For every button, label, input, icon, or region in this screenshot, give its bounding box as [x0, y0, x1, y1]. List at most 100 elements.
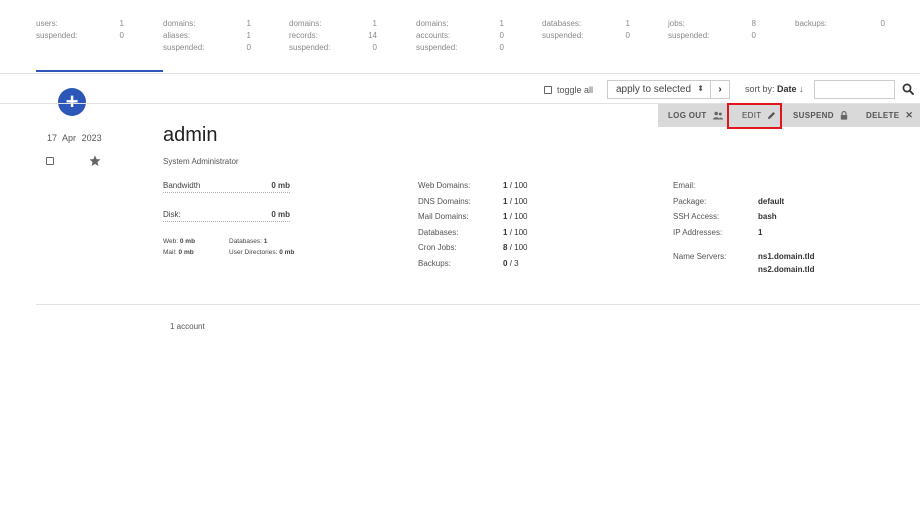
stat-label: suspended: [289, 43, 331, 52]
bandwidth-unit: mb [278, 181, 290, 190]
stat-row: suspended: 0 [289, 42, 384, 54]
limit-label: Databases: [418, 228, 459, 237]
databases-usage: Databases: 1 [229, 238, 267, 245]
suspend-label: SUSPEND [793, 111, 834, 120]
stat-column: users: 1 suspended: 0 [36, 18, 131, 42]
stat-row: domains: 1 [289, 18, 384, 30]
stat-value: 0 [751, 31, 756, 40]
stat-value: 1 [372, 19, 377, 28]
stat-label: domains: [163, 19, 196, 28]
limit-used: 1 [503, 181, 508, 190]
close-icon: ✕ [905, 110, 914, 120]
stat-row: suspended: 0 [416, 42, 511, 54]
userdirs-usage-value: 0 mb [279, 249, 295, 256]
stat-value: 14 [368, 31, 377, 40]
stat-label: backups: [795, 19, 828, 28]
toggle-all[interactable]: toggle all [544, 84, 593, 96]
logout-label: LOG OUT [668, 111, 707, 120]
stat-row: users: 1 [36, 18, 131, 30]
bulk-action-select[interactable]: apply to selected ⬍ [607, 80, 711, 99]
stat-column: databases: 1 suspended: 0 [542, 18, 637, 42]
date-day: 17 [47, 133, 58, 143]
search-input[interactable] [814, 80, 895, 99]
limit-used: 1 [503, 212, 508, 221]
limit-used: 0 [503, 259, 508, 268]
nameserver-2: ns2.domain.tld [758, 265, 815, 274]
stat-row: domains: 1 [163, 18, 258, 30]
bandwidth-meter: Bandwidth 0 mb [163, 181, 290, 193]
stat-row: suspended: 0 [542, 30, 637, 42]
select-arrows-icon: ⬍ [697, 84, 704, 93]
stat-value: 0 [119, 31, 124, 40]
edit-highlight [727, 103, 782, 129]
active-tab-indicator [36, 70, 163, 72]
sort-control[interactable]: sort by: Date ↓ [745, 84, 804, 94]
ip-value: 1 [758, 228, 763, 237]
mail-usage-label: Mail: [163, 249, 177, 256]
sort-direction-icon[interactable]: ↓ [799, 84, 804, 94]
stat-value: 1 [246, 19, 251, 28]
package-label: Package: [673, 197, 707, 206]
logout-as-user-button[interactable]: LOG OUT [668, 104, 723, 127]
date-month: Apr [62, 133, 77, 143]
stat-row: aliases: 1 [163, 30, 258, 42]
stat-column: domains: 1 accounts: 0 suspended: 0 [416, 18, 511, 54]
limit-label: DNS Domains: [418, 197, 471, 206]
sort-value[interactable]: Date [777, 84, 797, 94]
stat-value: 8 [751, 19, 756, 28]
stat-label: domains: [289, 19, 322, 28]
limit-used: 1 [503, 197, 508, 206]
limit-used: 8 [503, 243, 508, 252]
stat-label: suspended: [668, 31, 710, 40]
stat-column: domains: 1 records: 14 suspended: 0 [289, 18, 384, 54]
stat-row: accounts: 0 [416, 30, 511, 42]
divider [36, 304, 920, 305]
stat-value: 0 [625, 31, 630, 40]
row-checkbox[interactable] [46, 157, 54, 165]
stat-value: 0 [372, 43, 377, 52]
web-usage-value: 0 mb [179, 238, 196, 245]
ssh-label: SSH Access: [673, 212, 720, 221]
disk-unit: mb [278, 210, 290, 219]
stat-label: aliases: [163, 31, 191, 40]
date-year: 2023 [81, 133, 102, 143]
stat-value: 0 [246, 43, 251, 52]
delete-label: DELETE [866, 111, 900, 120]
stat-value: 1 [246, 31, 251, 40]
stats-bar: users: 1 suspended: 0 domains: 1 aliases: 1 susp… [36, 18, 920, 52]
stat-label: users: [36, 19, 58, 28]
lock-icon [840, 111, 847, 120]
stat-column: domains: 1 aliases: 1 suspended: 0 [163, 18, 258, 54]
limit-label: Mail Domains: [418, 212, 469, 221]
stat-label: suspended: [163, 43, 205, 52]
stat-label: records: [289, 31, 318, 40]
sort-label: sort by: [745, 84, 775, 94]
nameservers-label: Name Servers: [673, 252, 727, 261]
star-icon[interactable] [89, 155, 101, 167]
toggle-all-checkbox[interactable] [544, 86, 552, 94]
limit-total: / 3 [509, 259, 519, 268]
mail-usage: Mail: 0 mb [163, 249, 194, 256]
search-icon[interactable] [902, 83, 914, 95]
username[interactable]: admin [163, 124, 217, 147]
add-user-button[interactable]: + [58, 88, 86, 116]
limit-value: 0 / 3 [503, 259, 519, 268]
stat-value: 0 [499, 43, 504, 52]
apply-button[interactable]: › [711, 80, 730, 99]
delete-user-button[interactable]: DELETE ✕ [866, 104, 913, 127]
disk-value: 0 [271, 210, 276, 219]
stat-column: backups: 0 [795, 18, 890, 30]
stat-row: records: 14 [289, 30, 384, 42]
stat-label: databases: [542, 19, 582, 28]
bulk-action-label: apply to selected [616, 84, 692, 95]
stat-row: backups: 0 [795, 18, 890, 30]
suspend-user-button[interactable]: SUSPEND [793, 104, 848, 127]
limit-total: / 100 [509, 212, 528, 221]
limit-value: 1 / 100 [503, 228, 527, 237]
nameserver-1: ns1.domain.tld [758, 252, 815, 261]
stat-row: suspended: 0 [163, 42, 258, 54]
userdirs-usage-label: User Directories: [229, 249, 278, 256]
chevron-right-icon: › [718, 84, 722, 95]
limit-total: / 100 [509, 181, 528, 190]
stat-row: domains: 1 [416, 18, 511, 30]
